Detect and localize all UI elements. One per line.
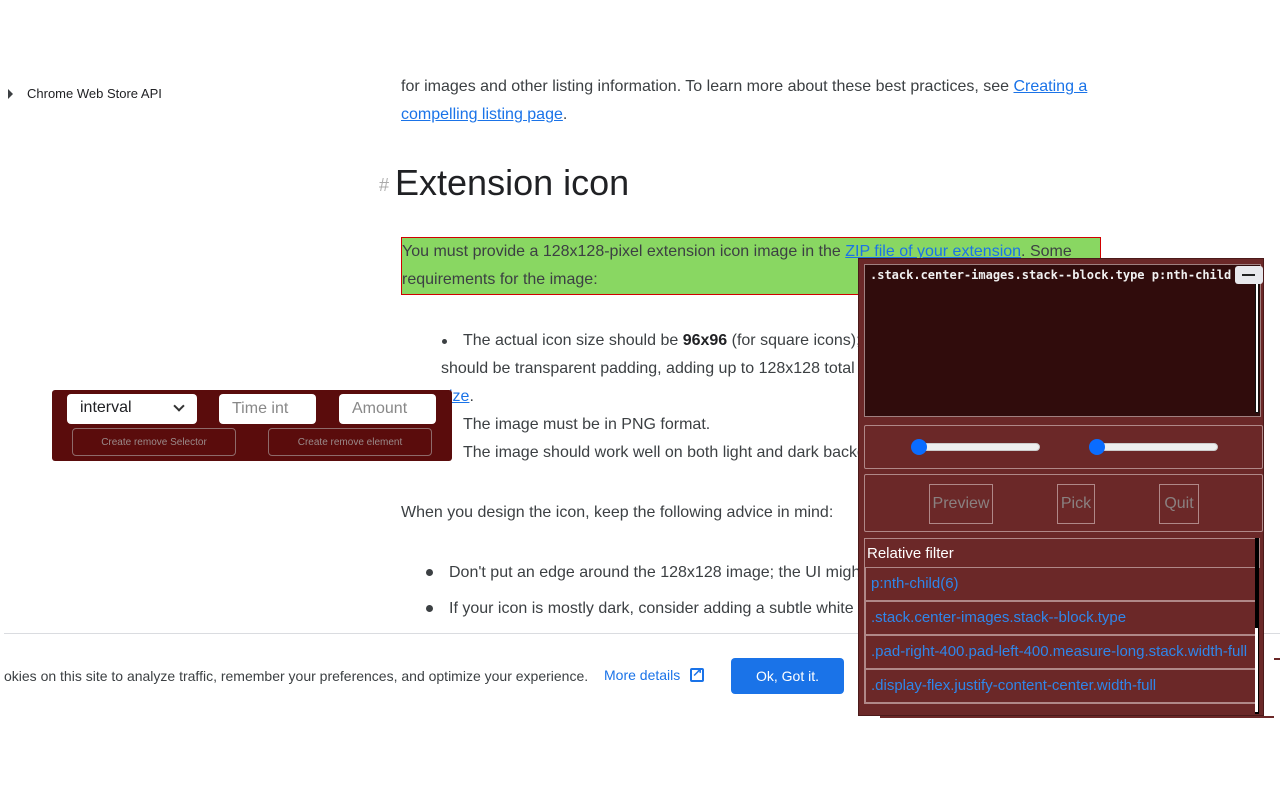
- mode-select[interactable]: interval: [67, 394, 197, 424]
- section-heading: # Extension icon: [379, 161, 629, 207]
- heading-anchor-link[interactable]: #: [379, 175, 389, 195]
- slider-thumb[interactable]: [911, 439, 927, 455]
- advice-intro: When you design the icon, keep the follo…: [401, 504, 834, 521]
- depth-slider-1[interactable]: [911, 439, 1040, 455]
- triangle-right-icon: [8, 88, 13, 99]
- mode-select-value: interval: [80, 399, 132, 416]
- selector-textarea[interactable]: .stack.center-images.stack--block.type p…: [864, 264, 1261, 417]
- more-details-link[interactable]: More details: [604, 665, 705, 683]
- minimize-button[interactable]: [1235, 266, 1263, 284]
- depth-slider-2[interactable]: [1089, 439, 1218, 455]
- b1-bold: 96x96: [682, 332, 728, 349]
- filter-scrollbar-thumb[interactable]: [1255, 628, 1258, 712]
- divider: [1274, 658, 1280, 660]
- relative-filter-list: Relative filter p:nth-child(6) .stack.ce…: [864, 538, 1260, 714]
- intro-paragraph: for images and other listing information…: [401, 73, 1101, 129]
- create-remove-element-button[interactable]: Create remove element: [268, 428, 432, 456]
- time-interval-input[interactable]: [219, 394, 316, 424]
- remove-element-panel: interval Create remove Selector Create r…: [52, 390, 452, 461]
- intro-end: .: [562, 106, 568, 123]
- filter-item[interactable]: .display-flex.justify-content-center.wid…: [864, 670, 1258, 704]
- more-details-label: More details: [604, 667, 681, 683]
- slider-thumb[interactable]: [1089, 439, 1105, 455]
- create-remove-selector-button[interactable]: Create remove Selector: [72, 428, 236, 456]
- b1-end: .: [469, 388, 474, 405]
- quit-button[interactable]: Quit: [1159, 484, 1199, 524]
- selector-tool-panel: .stack.center-images.stack--block.type p…: [858, 258, 1264, 716]
- highlight-text-1: You must provide a 128x128-pixel extensi…: [402, 243, 846, 260]
- sidebar-item-label: Chrome Web Store API: [27, 86, 162, 101]
- filter-item[interactable]: p:nth-child(6): [864, 568, 1258, 602]
- action-buttons: Preview Pick Quit: [864, 474, 1263, 532]
- filter-scrollbar[interactable]: [1255, 538, 1259, 714]
- pick-button[interactable]: Pick: [1057, 484, 1095, 524]
- preview-button[interactable]: Preview: [929, 484, 993, 524]
- filter-item[interactable]: .pad-right-400.pad-left-400.measure-long…: [864, 636, 1258, 670]
- textarea-scrollbar[interactable]: [1255, 283, 1259, 413]
- external-link-icon: [690, 665, 705, 682]
- cookie-text: okies on this site to analyze traffic, r…: [4, 668, 589, 684]
- slider-group: [864, 425, 1263, 469]
- selector-text: .stack.center-images.stack--block.type p…: [870, 268, 1232, 282]
- panel-shadow-divider: [880, 716, 1274, 718]
- chevron-down-icon: [173, 400, 185, 412]
- sidebar-item-chrome-web-store-api[interactable]: Chrome Web Store API: [8, 86, 162, 101]
- b1-pre: The actual icon size should be: [463, 332, 683, 349]
- heading-text: Extension icon: [395, 162, 630, 203]
- filter-item[interactable]: .stack.center-images.stack--block.type: [864, 602, 1258, 636]
- amount-input[interactable]: [339, 394, 436, 424]
- relative-filter-header: Relative filter: [864, 538, 1260, 568]
- ok-got-it-button[interactable]: Ok, Got it.: [731, 658, 844, 694]
- intro-text: for images and other listing information…: [401, 78, 1014, 95]
